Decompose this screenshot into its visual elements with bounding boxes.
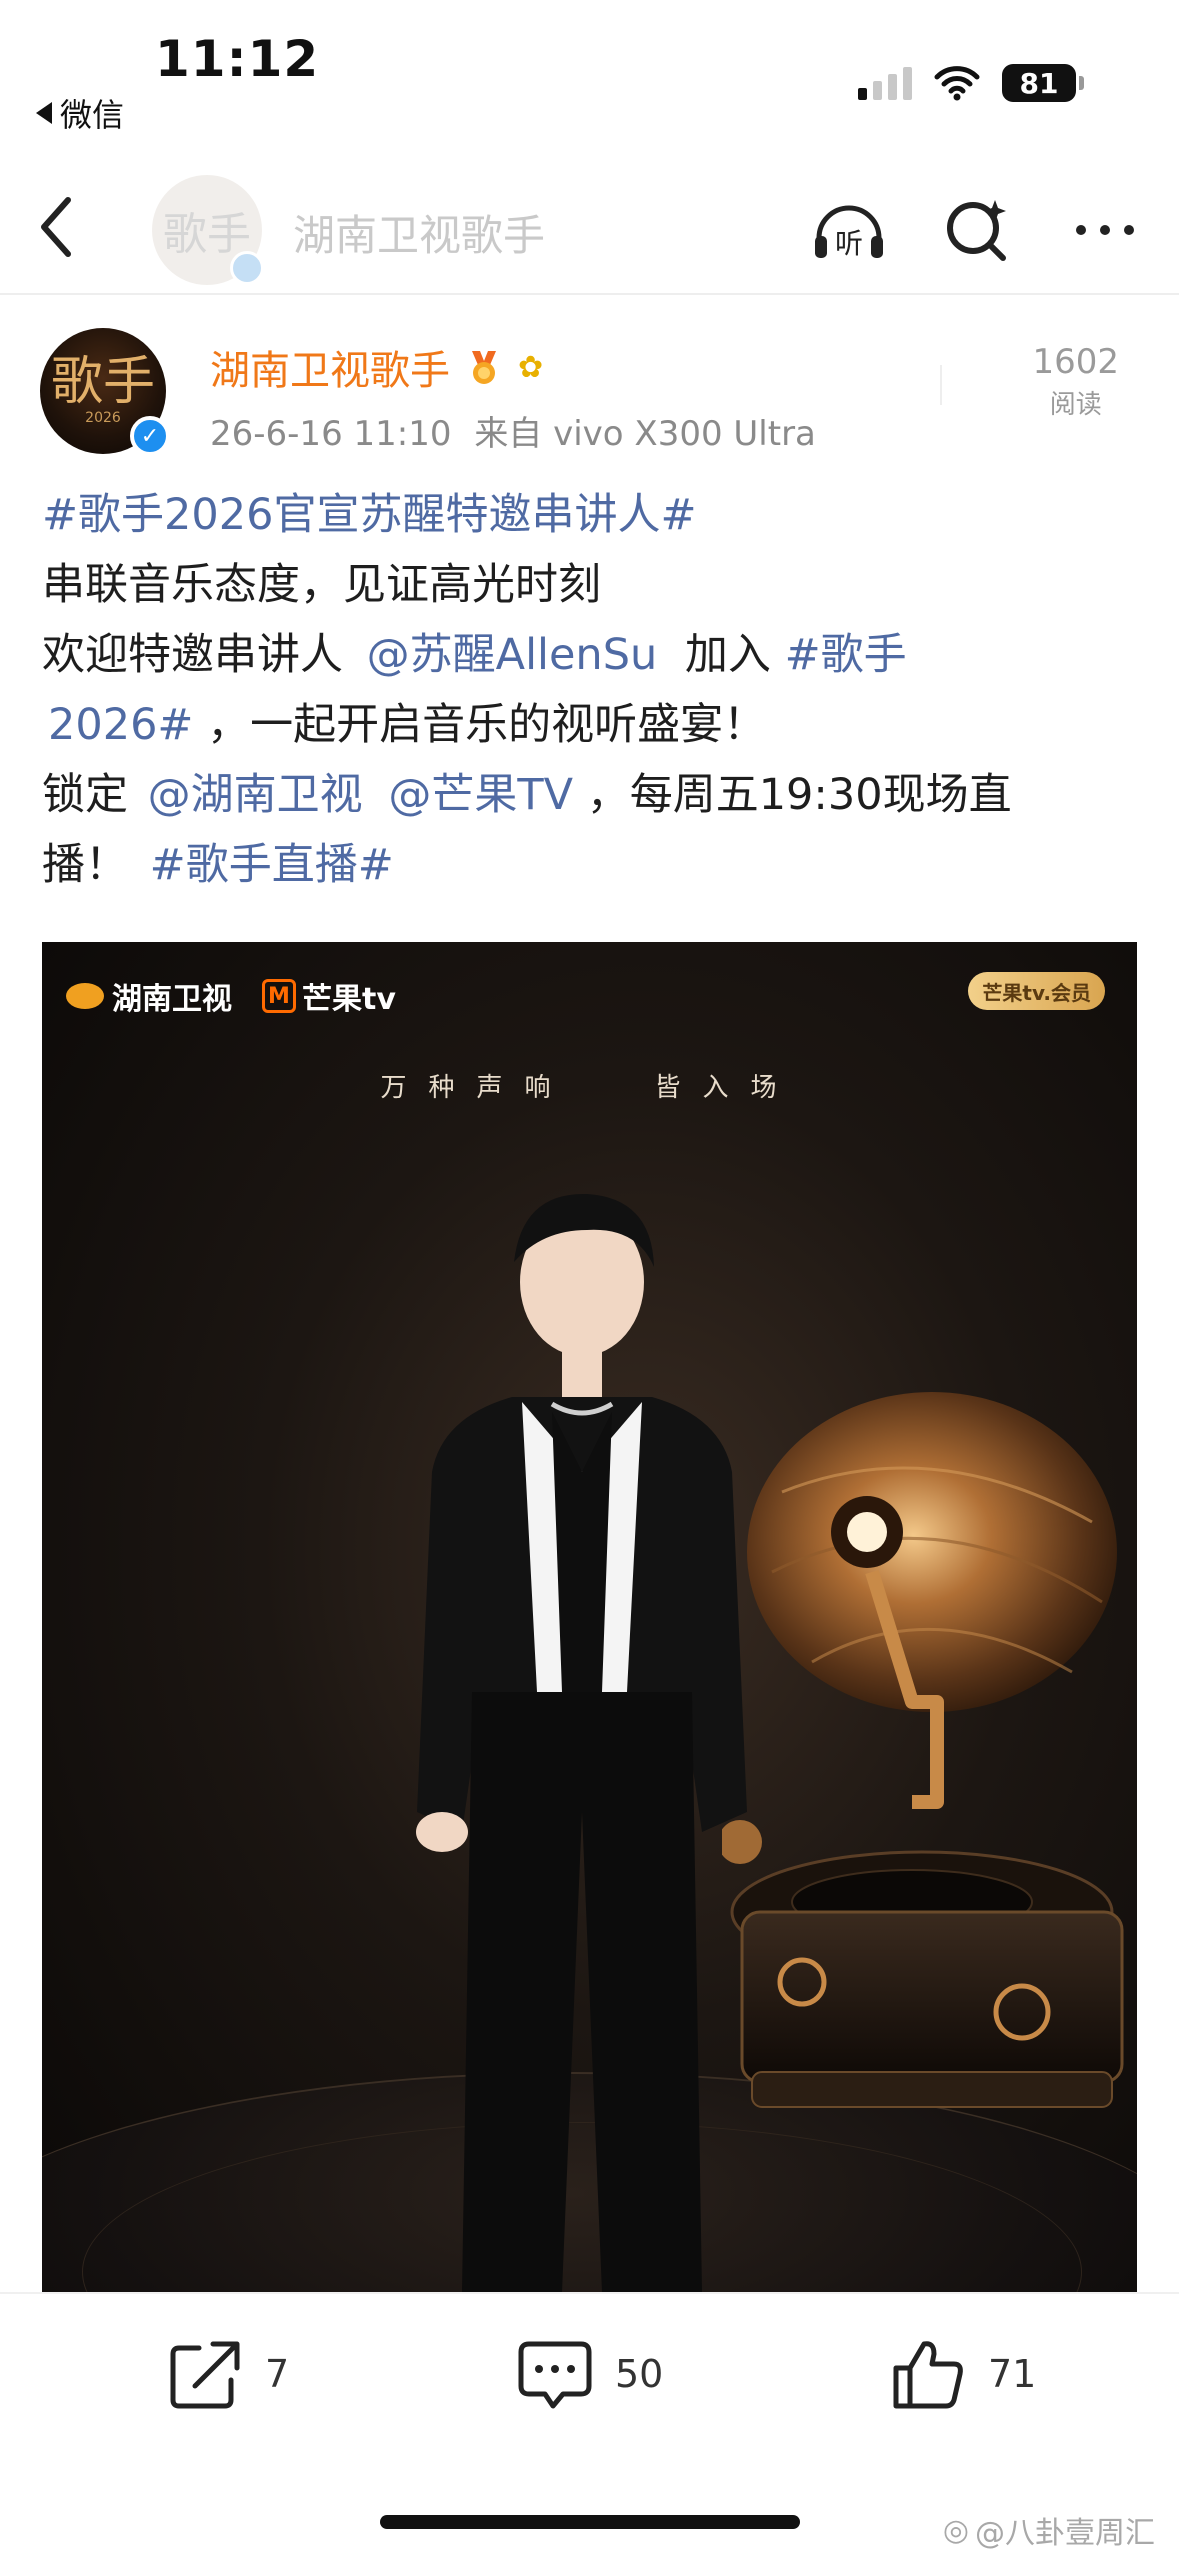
post-text: ，一起开启音乐的视听盛宴！: [207, 700, 767, 750]
hashtag-link[interactable]: #歌手直播#: [150, 840, 394, 890]
author-avatar-year: 2026: [85, 410, 121, 426]
poster-slogan: 万种声响 皆入场: [42, 1067, 1137, 1104]
read-count-number: 1602: [1032, 342, 1119, 382]
hunan-tv-logo: 湖南卫视: [66, 974, 232, 1018]
share-button[interactable]: 7: [165, 2334, 289, 2414]
mention-link[interactable]: @苏醒AllenSu: [367, 630, 658, 680]
like-count: 71: [988, 2352, 1037, 2396]
mention-link[interactable]: @芒果TV: [388, 770, 573, 820]
hashtag-link[interactable]: #歌手2026官宣苏醒特邀串讲人#: [42, 490, 697, 540]
comment-button[interactable]: 50: [515, 2334, 663, 2414]
mango-tv-logo-text: 芒果tv: [302, 982, 396, 1017]
post-line-2: 串联音乐态度，见证高光时刻: [42, 560, 601, 610]
search-button[interactable]: [937, 190, 1017, 270]
watermark: ◎ @八卦壹周汇: [943, 2508, 1155, 2552]
post-text: 加入: [684, 630, 771, 680]
post-line-1: #歌手2026官宣苏醒特邀串讲人#: [42, 480, 1152, 550]
nav-bar: 歌手 湖南卫视歌手 听: [0, 160, 1179, 295]
read-count-label: 阅读: [1049, 390, 1102, 420]
share-count: 7: [265, 2352, 290, 2396]
mango-tv-mark-icon: M: [262, 979, 296, 1013]
battery-indicator: 81: [1002, 64, 1084, 102]
nav-title[interactable]: 湖南卫视歌手: [293, 202, 545, 263]
like-button[interactable]: 71: [888, 2334, 1036, 2414]
post-text: 播！: [42, 840, 128, 890]
status-time: 11:12: [155, 30, 320, 88]
status-indicators: 81: [858, 64, 1084, 102]
divider: [940, 365, 942, 405]
gramophone-illustration: [722, 1392, 1124, 2108]
post-image[interactable]: 湖南卫视 M 芒果tv 芒果tv.会员 万种声响 皆入场: [42, 942, 1137, 2292]
author-avatar-text: 歌手: [50, 352, 155, 412]
mango-tv-logo: M 芒果tv: [262, 974, 396, 1018]
verified-badge-icon: ✓: [130, 416, 170, 456]
watermark-text: @八卦壹周汇: [975, 2516, 1155, 2551]
post-source: 来自 vivo X300 Ultra: [474, 414, 816, 454]
post-text: 锁定: [42, 770, 128, 820]
battery-tip: [1079, 76, 1084, 90]
action-bar: 7 50 71: [0, 2292, 1179, 2462]
listen-icon: 听: [815, 205, 883, 260]
battery-level: 81: [1002, 64, 1076, 102]
slogan-right: 皆入场: [654, 1073, 799, 1103]
more-icon: [1076, 225, 1134, 235]
post-body: #歌手2026官宣苏醒特邀串讲人# 串联音乐态度，见证高光时刻 欢迎特邀串讲人 …: [42, 480, 1152, 900]
weibo-logo-icon: ◎: [942, 2512, 969, 2548]
mention-link[interactable]: @湖南卫视: [148, 770, 363, 820]
poster-logos: 湖南卫视 M 芒果tv: [66, 974, 396, 1018]
back-icon[interactable]: [28, 190, 88, 265]
cellular-signal-icon: [858, 66, 912, 100]
comment-count: 50: [615, 2352, 664, 2396]
listen-button[interactable]: 听: [809, 190, 889, 270]
flower-icon: ✿: [518, 349, 544, 385]
nav-actions: 听: [809, 190, 1145, 270]
read-count: 1602 阅读: [1032, 342, 1119, 421]
comment-icon: [518, 2341, 592, 2409]
more-button[interactable]: [1065, 190, 1145, 270]
home-indicator[interactable]: [380, 2515, 800, 2529]
hashtag-link[interactable]: 2026#: [48, 700, 193, 750]
wifi-icon: [934, 66, 980, 101]
nav-avatar[interactable]: 歌手: [152, 175, 264, 285]
svg-text:听: 听: [835, 227, 863, 260]
search-icon: [947, 200, 1006, 261]
post-line-3: 欢迎特邀串讲人 @苏醒AllenSu 加入 #歌手: [42, 620, 1152, 690]
slogan-left: 万种声响: [380, 1073, 573, 1103]
post-line-6: 播！ #歌手直播#: [42, 830, 1152, 900]
medal-icon: [472, 351, 496, 384]
post-text: 欢迎特邀串讲人: [42, 630, 343, 680]
post-text: ，每周五19:30现场直: [586, 770, 1012, 820]
share-icon: [170, 2341, 240, 2409]
verified-badge-icon: [230, 251, 264, 285]
author-name[interactable]: 湖南卫视歌手 ✿: [210, 338, 543, 396]
post-line-5: 锁定 @湖南卫视 @芒果TV ，每周五19:30现场直: [42, 760, 1152, 830]
thumbs-up-icon: [893, 2341, 963, 2409]
back-arrow-icon: [36, 102, 52, 124]
back-to-app-link[interactable]: 微信: [36, 90, 124, 136]
hunan-tv-logo-text: 湖南卫视: [112, 982, 232, 1017]
post-date: 26-6-16 11:10: [210, 414, 452, 454]
post-line-4: 2026# ，一起开启音乐的视听盛宴！: [42, 690, 1152, 760]
person-illustration: [416, 1193, 747, 2292]
post-meta: 26-6-16 11:10 来自 vivo X300 Ultra: [210, 406, 816, 455]
back-app-label: 微信: [60, 96, 125, 134]
status-bar: 11:12 微信 81: [0, 0, 1179, 150]
hashtag-link[interactable]: #歌手: [785, 630, 907, 680]
post-header: 歌手 2026 ✓ 湖南卫视歌手 ✿ 26-6-16 11:10 来自 vivo…: [0, 320, 1179, 470]
author-avatar[interactable]: 歌手 2026 ✓: [40, 328, 170, 456]
hunan-tv-mark-icon: [66, 983, 104, 1009]
mango-member-badge: 芒果tv.会员: [968, 972, 1105, 1010]
author-name-text: 湖南卫视歌手: [210, 348, 450, 394]
